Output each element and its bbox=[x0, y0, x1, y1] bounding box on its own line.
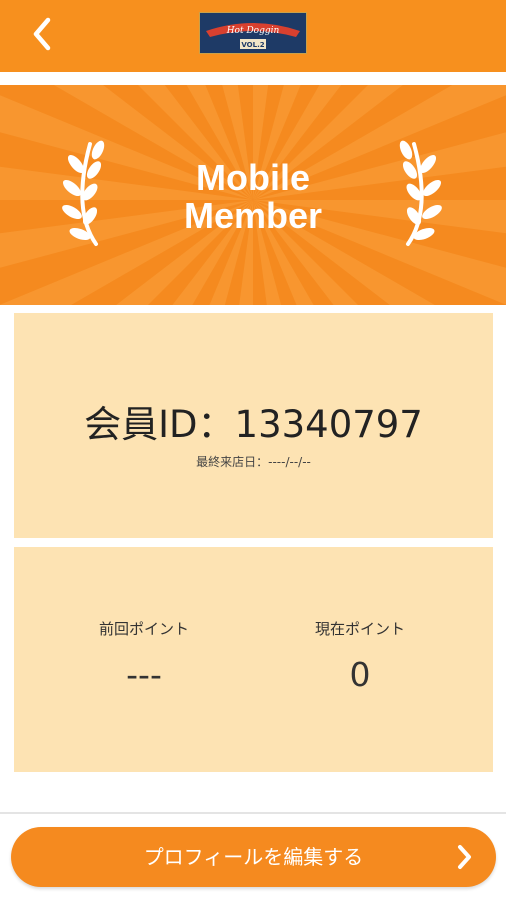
chevron-right-icon bbox=[458, 845, 471, 869]
chevron-left-icon bbox=[33, 17, 51, 51]
points-card: 前回ポイント --- 現在ポイント 0 bbox=[14, 547, 493, 772]
header-spacer bbox=[0, 72, 506, 85]
banner-title-line1: Mobile bbox=[196, 157, 310, 198]
member-id: 会員ID：13340797 bbox=[84, 403, 423, 446]
last-visit-date: 最終来店日：----/--/-- bbox=[196, 455, 311, 469]
svg-text:Hot Doggin: Hot Doggin bbox=[226, 26, 280, 36]
previous-points-value: --- bbox=[126, 655, 162, 694]
current-points-value: 0 bbox=[349, 655, 371, 694]
previous-points-label: 前回ポイント bbox=[98, 620, 189, 638]
back-button[interactable] bbox=[22, 14, 62, 54]
edit-profile-label: プロフィールを編集する bbox=[143, 845, 364, 869]
divider bbox=[0, 812, 506, 814]
app-header: Hot Doggin VOL.2 bbox=[0, 0, 506, 72]
brand-logo: Hot Doggin VOL.2 bbox=[199, 12, 307, 54]
edit-profile-button[interactable]: プロフィールを編集する bbox=[11, 827, 496, 887]
banner-title: Mobile Member bbox=[0, 159, 506, 235]
member-id-card: 会員ID：13340797 最終来店日：----/--/-- bbox=[14, 313, 493, 538]
current-points: 現在ポイント 0 bbox=[260, 619, 460, 695]
previous-points: 前回ポイント --- bbox=[44, 619, 244, 695]
svg-text:VOL.2: VOL.2 bbox=[241, 41, 264, 49]
banner-title-line2: Member bbox=[183, 195, 323, 236]
current-points-label: 現在ポイント bbox=[314, 620, 405, 638]
member-banner: Mobile Member bbox=[0, 85, 506, 305]
